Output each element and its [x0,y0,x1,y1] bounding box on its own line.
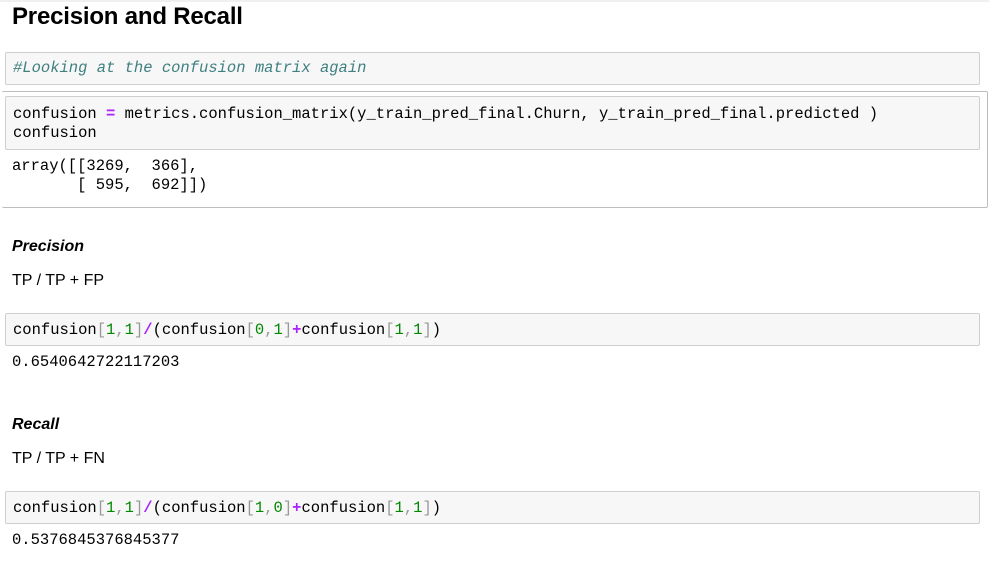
code-token: [ [245,321,255,339]
code-token: ] [422,321,432,339]
code-token: / [143,499,153,517]
code-token: , [403,321,414,339]
code-token: 1 [254,499,265,517]
code-token: ] [282,321,293,339]
code-token: confusion [13,499,97,517]
code-token: ] [282,499,293,517]
code-token: ] [422,499,432,517]
code-token: [ [385,499,395,517]
confusion-echo-line: confusion [13,124,97,142]
code-token: 1 [394,499,404,517]
comment-line: #Looking at the confusion matrix again [13,59,367,77]
code-token: 0 [254,321,265,339]
top-divider [0,0,989,2]
code-token: ] [133,499,144,517]
precision-code-cell[interactable]: confusion[1,1]/(confusion[0,1]+confusion… [5,313,980,346]
code-token: 0 [273,499,283,517]
code-token: confusion [301,321,386,339]
comment-code-cell[interactable]: #Looking at the confusion matrix again [5,52,980,85]
code-token: (confusion [152,321,246,339]
confusion-output-line-1: array([[3269, 366], [12,157,199,175]
code-token: ) [431,321,442,339]
recall-heading: Recall [12,416,60,433]
code-token: 1 [394,321,404,339]
code-token: , [115,321,125,339]
code-token: , [115,499,125,517]
confusion-var: confusion [13,105,107,123]
code-token: [ [96,321,107,339]
confusion-output-line-2: [ 595, 692]]) [12,176,208,194]
code-token: ] [133,321,144,339]
precision-heading: Precision [12,238,85,255]
recall-formula: TP / TP + FN [12,450,105,467]
recall-code-cell[interactable]: confusion[1,1]/(confusion[1,0]+confusion… [5,491,980,524]
confusion-matrix-call: metrics.confusion_matrix(y_train_pred_fi… [115,105,879,123]
code-token: (confusion [152,499,246,517]
code-token: / [143,321,153,339]
code-token: confusion [301,499,386,517]
code-token: 1 [106,321,116,339]
code-token: [ [96,499,107,517]
page-title: Precision and Recall [12,3,243,30]
code-token: confusion [13,321,97,339]
code-token: , [264,499,274,517]
code-token: , [403,499,414,517]
recall-output: 0.5376845376845377 [12,531,180,549]
precision-code-line: confusion[1,1]/(confusion[0,1]+confusion… [13,321,441,340]
precision-formula: TP / TP + FP [12,272,105,289]
recall-code-line: confusion[1,1]/(confusion[1,0]+confusion… [13,499,441,518]
precision-output: 0.6540642722117203 [12,353,180,371]
code-token: 1 [124,499,134,517]
code-token: 1 [273,321,283,339]
code-token: [ [245,499,255,517]
confusion-code-cell[interactable]: confusion = metrics.confusion_matrix(y_t… [5,96,980,150]
assign-operator: = [106,105,116,123]
code-token: 1 [124,321,134,339]
code-token: [ [385,321,395,339]
confusion-assign-line: confusion = metrics.confusion_matrix(y_t… [13,105,981,124]
code-token: , [264,321,274,339]
code-token: ) [431,499,442,517]
code-token: 1 [106,499,116,517]
